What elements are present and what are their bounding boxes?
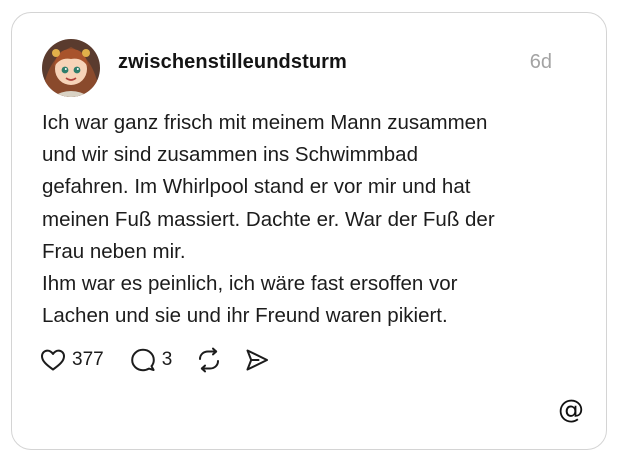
repost-icon — [199, 347, 220, 373]
share-button[interactable] — [244, 347, 270, 373]
post-card: zwischenstilleundsturm 6d Ich war ganz f… — [11, 12, 607, 450]
avatar[interactable] — [42, 39, 100, 97]
threads-logo-icon: @ — [558, 395, 584, 425]
post-body: Ich war ganz frisch mit meinem Mann zusa… — [42, 107, 582, 332]
send-icon — [246, 349, 269, 371]
avatar-image — [42, 39, 100, 97]
action-bar: 377 3 — [40, 344, 270, 376]
heart-icon — [41, 349, 65, 371]
post-paragraph: Ihm war es peinlich, ich wäre fast ersof… — [42, 272, 458, 328]
post-timestamp: 6d — [529, 51, 552, 73]
repost-button[interactable] — [196, 347, 222, 373]
reply-count: 3 — [161, 349, 173, 370]
like-button[interactable]: 377 — [40, 348, 104, 372]
like-count: 377 — [72, 349, 104, 370]
post-paragraph: Ich war ganz frisch mit meinem Mann zusa… — [42, 111, 495, 263]
reply-button[interactable]: 3 — [130, 347, 173, 373]
comment-bubble-icon — [130, 348, 155, 372]
username[interactable]: zwischenstilleundsturm — [118, 51, 347, 74]
